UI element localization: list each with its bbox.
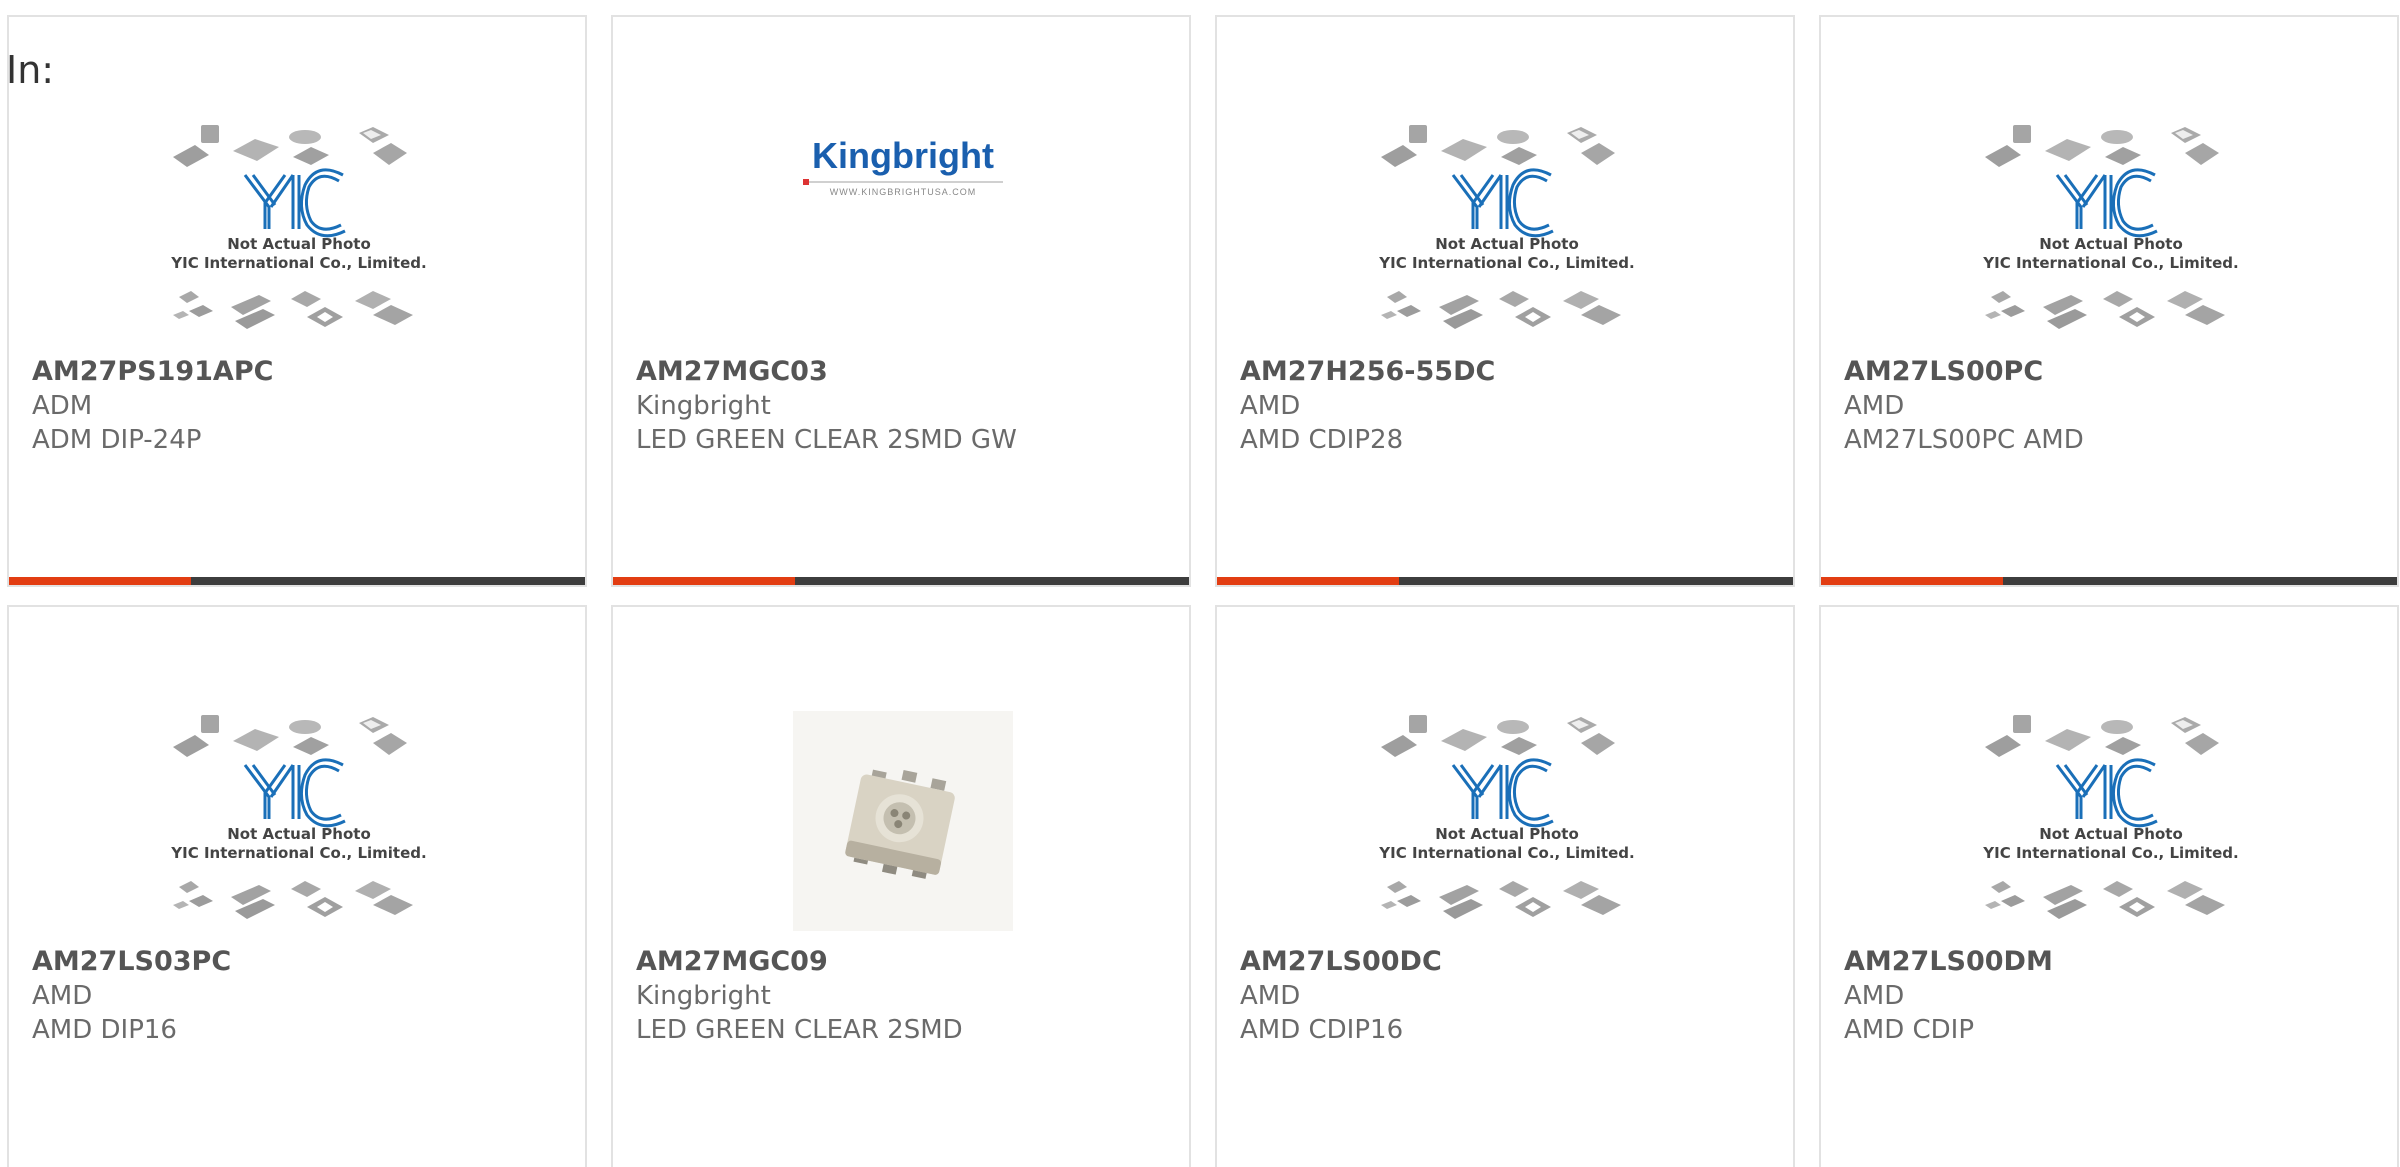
product-info: AM27MGC03 Kingbright LED GREEN CLEAR 2SM…	[636, 355, 1179, 457]
part-number-link[interactable]: AM27H256-55DC	[1240, 355, 1783, 389]
product-card[interactable]: Kingbright WWW.KINGBRIGHTUSA.COM AM27MGC…	[611, 15, 1191, 587]
yic-placeholder-icon: Not Actual Photo YIC International Co., …	[170, 124, 427, 329]
product-info: AM27LS00DC AMD AMD CDIP16	[1240, 945, 1783, 1047]
product-image[interactable]: Not Actual Photo YIC International Co., …	[1971, 98, 2251, 363]
manufacturer: AMD	[32, 981, 93, 1011]
product-card[interactable]: Not Actual Photo YIC International Co., …	[7, 605, 587, 1167]
product-image[interactable]: Not Actual Photo YIC International Co., …	[1367, 98, 1647, 363]
manufacturer: AMD	[1240, 391, 1301, 421]
placeholder-line2: YIC International Co., Limited.	[1378, 254, 1634, 272]
description: LED GREEN CLEAR 2SMD	[636, 1015, 963, 1045]
manufacturer: Kingbright	[636, 981, 771, 1011]
kingbright-logo: Kingbright WWW.KINGBRIGHTUSA.COM	[803, 135, 1003, 197]
placeholder-line1: Not Actual Photo	[2039, 235, 2183, 253]
product-image[interactable]: Not Actual Photo YIC International Co., …	[1971, 688, 2251, 953]
part-number-link[interactable]: AM27LS03PC	[32, 945, 575, 979]
product-image[interactable]	[763, 688, 1043, 953]
product-card[interactable]: Not Actual Photo YIC International Co., …	[1819, 15, 2399, 587]
product-image[interactable]: Not Actual Photo YIC International Co., …	[1367, 688, 1647, 953]
product-listing-page: In: Not Actual Photo YIC International C…	[0, 0, 2400, 1167]
manufacturer: AMD	[1844, 391, 1905, 421]
part-number-link[interactable]: AM27MGC09	[636, 945, 1179, 979]
manufacturer: Kingbright	[636, 391, 771, 421]
placeholder-line2: YIC International Co., Limited.	[1378, 844, 1634, 862]
placeholder-line1: Not Actual Photo	[227, 235, 371, 253]
manufacturer: AMD	[1844, 981, 1905, 1011]
card-footer-bar	[1217, 577, 1793, 585]
part-number-link[interactable]: AM27PS191APC	[32, 355, 575, 389]
card-footer-bar	[613, 577, 1189, 585]
description: AMD CDIP	[1844, 1015, 1975, 1045]
in-label: In:	[6, 48, 55, 92]
product-info: AM27LS03PC AMD AMD DIP16	[32, 945, 575, 1047]
description: AMD DIP16	[32, 1015, 177, 1045]
product-info: AM27LS00DM AMD AMD CDIP	[1844, 945, 2387, 1047]
yic-placeholder-icon: Not Actual Photo YIC International Co., …	[1378, 714, 1635, 919]
card-accent-bar	[9, 577, 191, 585]
product-info: AM27H256-55DC AMD AMD CDIP28	[1240, 355, 1783, 457]
description: LED GREEN CLEAR 2SMD GW	[636, 425, 1017, 455]
description: AMD CDIP16	[1240, 1015, 1404, 1045]
card-accent-bar	[1217, 577, 1399, 585]
product-info: AM27LS00PC AMD AM27LS00PC AMD	[1844, 355, 2387, 457]
placeholder-line2: YIC International Co., Limited.	[170, 254, 426, 272]
placeholder-line1: Not Actual Photo	[2039, 825, 2183, 843]
card-footer-bar	[1821, 577, 2397, 585]
yic-placeholder-icon: Not Actual Photo YIC International Co., …	[1378, 124, 1635, 329]
placeholder-line1: Not Actual Photo	[227, 825, 371, 843]
yic-placeholder-icon: Not Actual Photo YIC International Co., …	[1982, 124, 2239, 329]
card-footer-bar	[9, 577, 585, 585]
yic-placeholder-icon: Not Actual Photo YIC International Co., …	[1982, 714, 2239, 919]
yic-placeholder-icon: Not Actual Photo YIC International Co., …	[170, 714, 427, 919]
product-info: AM27MGC09 Kingbright LED GREEN CLEAR 2SM…	[636, 945, 1179, 1047]
part-number-link[interactable]: AM27LS00DC	[1240, 945, 1783, 979]
description: ADM DIP-24P	[32, 425, 202, 455]
product-card[interactable]: Not Actual Photo YIC International Co., …	[1215, 605, 1795, 1167]
product-grid: Not Actual Photo YIC International Co., …	[7, 15, 2399, 1167]
placeholder-line1: Not Actual Photo	[1435, 825, 1579, 843]
placeholder-line2: YIC International Co., Limited.	[1982, 254, 2238, 272]
manufacturer: AMD	[1240, 981, 1301, 1011]
part-number-link[interactable]: AM27LS00DM	[1844, 945, 2387, 979]
product-info: AM27PS191APC ADM ADM DIP-24P	[32, 355, 575, 457]
product-card[interactable]: Not Actual Photo YIC International Co., …	[1819, 605, 2399, 1167]
kingbright-logo-name: Kingbright	[812, 134, 994, 176]
product-card[interactable]: Not Actual Photo YIC International Co., …	[1215, 15, 1795, 587]
kingbright-logo-rule	[803, 178, 1003, 185]
placeholder-line1: Not Actual Photo	[1435, 235, 1579, 253]
manufacturer: ADM	[32, 391, 93, 421]
card-accent-bar	[1821, 577, 2003, 585]
placeholder-line2: YIC International Co., Limited.	[170, 844, 426, 862]
part-number-link[interactable]: AM27LS00PC	[1844, 355, 2387, 389]
part-number-link[interactable]: AM27MGC03	[636, 355, 1179, 389]
kingbright-logo-url: WWW.KINGBRIGHTUSA.COM	[829, 186, 977, 197]
product-card[interactable]: Not Actual Photo YIC International Co., …	[7, 15, 587, 587]
product-image[interactable]: Not Actual Photo YIC International Co., …	[159, 98, 439, 363]
smd-led-icon	[793, 710, 1013, 931]
placeholder-line2: YIC International Co., Limited.	[1982, 844, 2238, 862]
description: AM27LS00PC AMD	[1844, 425, 2084, 455]
product-image[interactable]: Kingbright WWW.KINGBRIGHTUSA.COM	[763, 98, 1043, 363]
description: AMD CDIP28	[1240, 425, 1404, 455]
product-image[interactable]: Not Actual Photo YIC International Co., …	[159, 688, 439, 953]
product-card[interactable]: AM27MGC09 Kingbright LED GREEN CLEAR 2SM…	[611, 605, 1191, 1167]
card-accent-bar	[613, 577, 795, 585]
